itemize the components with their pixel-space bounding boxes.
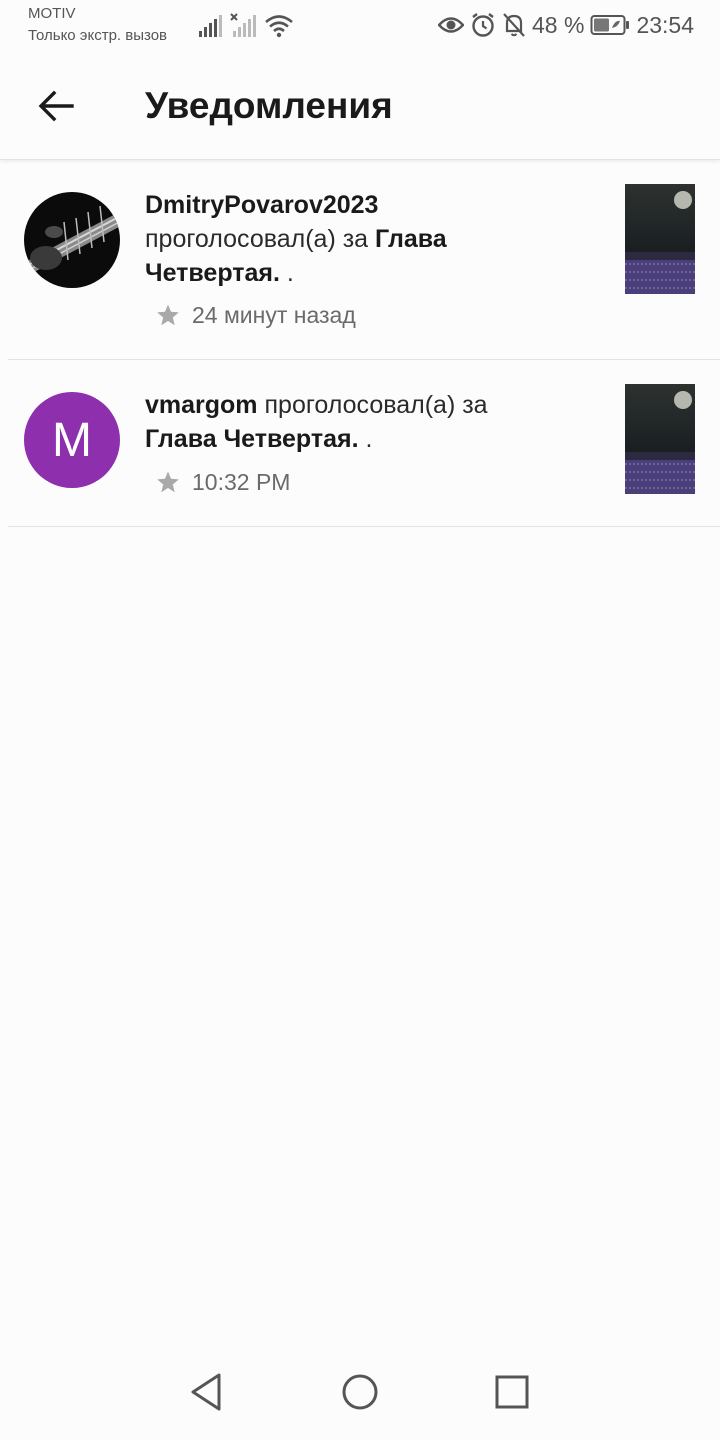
book-cover-image	[625, 384, 695, 494]
signal-group	[198, 12, 294, 38]
notification-action: проголосовал(а) за	[264, 391, 488, 419]
avatar[interactable]	[24, 192, 120, 288]
notification-text: DmitryPovarov2023 проголосовал(а) за Гла…	[145, 188, 545, 290]
arrow-back-icon	[38, 90, 74, 122]
system-nav-bar	[0, 1344, 720, 1440]
signal-icon	[199, 15, 222, 37]
notification-user[interactable]: DmitryPovarov2023	[145, 191, 378, 219]
notification-target[interactable]: Глава Четвертая.	[145, 425, 359, 453]
story-cover-thumbnail[interactable]	[625, 384, 695, 494]
back-button[interactable]	[30, 82, 82, 130]
alarm-icon	[472, 13, 494, 37]
notification-action: проголосовал(а) за	[145, 225, 369, 253]
back-triangle-icon	[191, 1373, 221, 1411]
story-cover-thumbnail[interactable]	[625, 184, 695, 294]
avatar-letter: M	[52, 413, 92, 467]
notification-suffix: .	[286, 259, 294, 287]
battery-percent: 48 %	[532, 11, 585, 38]
clock: 23:54	[636, 11, 694, 38]
avatar[interactable]: M	[24, 392, 120, 488]
status-bar: MOTIV Только экстр. вызов 48 % 23:54	[0, 0, 720, 52]
notification-time: 24 минут назад	[192, 301, 356, 328]
notification-user[interactable]: vmargom	[145, 391, 258, 419]
battery-icon	[590, 15, 630, 35]
nav-back-button[interactable]	[180, 1366, 232, 1418]
nav-home-button[interactable]	[334, 1366, 386, 1418]
notification-item[interactable]: M vmargom проголосовал(а) за Глава Четве…	[8, 360, 720, 527]
app-bar: Уведомления	[0, 52, 720, 160]
notification-time: 10:32 PM	[192, 468, 291, 495]
signal-no-sim-icon	[230, 13, 256, 37]
book-cover-image	[625, 184, 695, 294]
star-icon	[157, 304, 179, 326]
notification-text: vmargom проголосовал(а) за Глава Четверт…	[145, 388, 545, 456]
home-circle-icon	[342, 1374, 378, 1410]
carrier-status: Только экстр. вызов	[28, 27, 168, 44]
notification-meta: 10:32 PM	[156, 467, 290, 497]
nav-recents-button[interactable]	[486, 1366, 538, 1418]
eye-icon	[438, 17, 464, 33]
notifications-off-icon	[503, 13, 525, 37]
carrier-name: MOTIV	[28, 5, 76, 22]
avatar-photo	[24, 192, 120, 288]
notification-suffix: .	[365, 425, 373, 453]
notification-item[interactable]: DmitryPovarov2023 проголосовал(а) за Гла…	[8, 160, 720, 360]
status-right-group: 48 % 23:54	[438, 10, 694, 40]
recents-square-icon	[495, 1375, 529, 1409]
page-title: Уведомления	[145, 85, 393, 126]
notification-meta: 24 минут назад	[156, 300, 356, 330]
star-icon	[157, 471, 179, 493]
wifi-icon	[265, 15, 293, 38]
